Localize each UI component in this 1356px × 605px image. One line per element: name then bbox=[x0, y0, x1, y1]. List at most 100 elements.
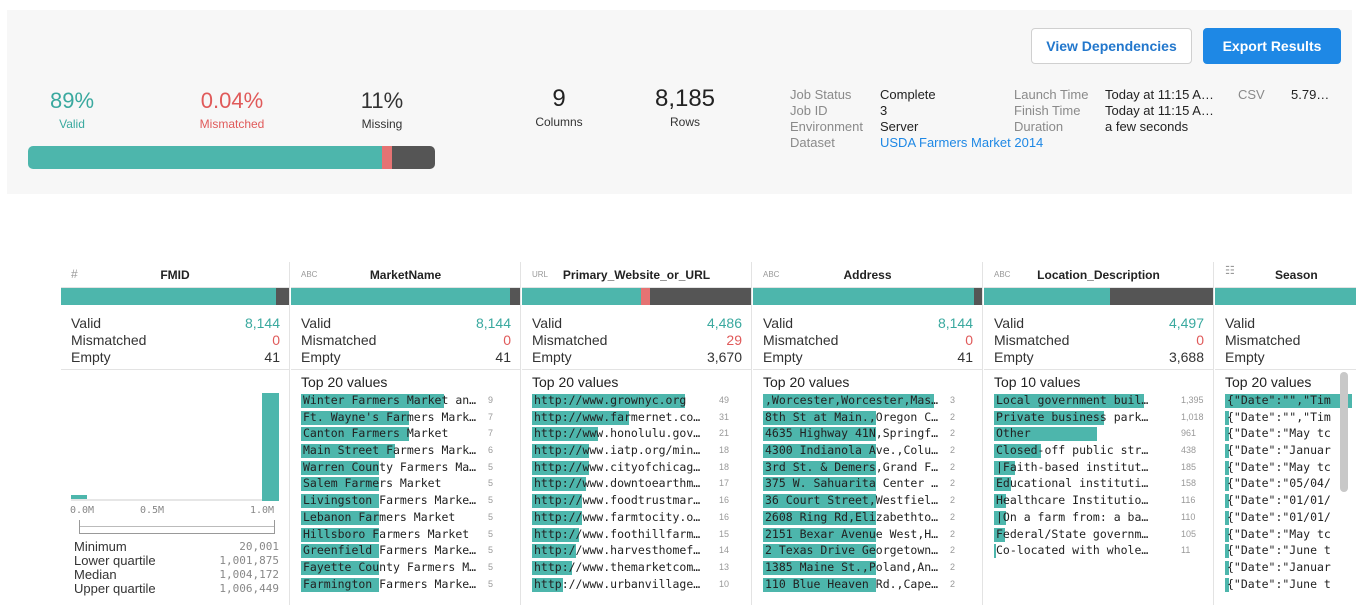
top-value-row[interactable]: 8th St at Main.,Oregon C… 2 bbox=[763, 410, 973, 427]
top-value-row[interactable]: Healthcare Institutio… 116 bbox=[994, 493, 1204, 510]
stat-label: Median bbox=[74, 567, 117, 582]
top-value-row[interactable]: Lebanon Farmers Market 5 bbox=[301, 510, 511, 527]
top-value-text: 3rd St. & Demers,Grand F… bbox=[765, 459, 939, 474]
top-value-row[interactable]: http://www.harvesthomef… 14 bbox=[532, 543, 742, 560]
top-value-text: Federal/State governm… bbox=[996, 526, 1149, 541]
top-value-text: {"Date":"01/01/ bbox=[1227, 493, 1331, 508]
top-value-row[interactable]: 1385 Maine St.,Poland,An… 2 bbox=[763, 560, 973, 577]
column-profile-address[interactable]: ABC Address Valid 8,144 Mismatched 0 Empty 41 To… bbox=[753, 262, 983, 605]
top-value-row[interactable]: {"Date":"May tc bbox=[1225, 426, 1347, 443]
histogram-bar[interactable] bbox=[262, 393, 279, 501]
vertical-scrollbar[interactable] bbox=[1340, 372, 1348, 492]
job-id-label: Job ID bbox=[790, 103, 828, 118]
column-header[interactable]: ABC Address bbox=[753, 262, 982, 288]
top-value-row[interactable]: 110 Blue Heaven Rd.,Cape… 2 bbox=[763, 577, 973, 594]
column-header[interactable]: ☷ Season bbox=[1215, 262, 1356, 288]
top-value-row[interactable]: Farmington Farmers Marke… 5 bbox=[301, 577, 511, 594]
empty-label: Empty bbox=[763, 349, 803, 365]
column-header[interactable]: URL Primary_Website_or_URL bbox=[522, 262, 751, 288]
histogram-bar[interactable] bbox=[71, 495, 87, 499]
top-value-row[interactable]: {"Date":"May tc bbox=[1225, 460, 1347, 477]
top-value-row[interactable]: Closed-off public str… 438 bbox=[994, 443, 1204, 460]
valid-count: 8,144 bbox=[937, 315, 973, 331]
empty-label: Empty bbox=[532, 349, 572, 365]
column-header[interactable]: ABC MarketName bbox=[291, 262, 520, 288]
top-value-row[interactable]: Main Street Farmers Mark… 6 bbox=[301, 443, 511, 460]
view-dependencies-button[interactable]: View Dependencies bbox=[1031, 28, 1192, 64]
column-header[interactable]: ABC Location_Description bbox=[984, 262, 1213, 288]
column-profile-primary-website-or-url[interactable]: URL Primary_Website_or_URL Valid 4,486 Misma… bbox=[522, 262, 752, 605]
top-value-row[interactable]: Winter Farmers Market an… 9 bbox=[301, 393, 511, 410]
top-value-row[interactable]: Ft. Wayne's Farmers Mark… 7 bbox=[301, 410, 511, 427]
top-value-row[interactable]: Local government buil… 1,395 bbox=[994, 393, 1204, 410]
top-value-row[interactable]: {"Date":"05/04/ bbox=[1225, 476, 1347, 493]
column-profile-marketname[interactable]: ABC MarketName Valid 8,144 Mismatched 0 Empty 4… bbox=[291, 262, 521, 605]
top-value-row[interactable]: Salem Farmers Market 5 bbox=[301, 476, 511, 493]
top-value-row[interactable]: http://www.cityofchicag… 18 bbox=[532, 460, 742, 477]
top-value-text: {"Date":"Januar bbox=[1227, 559, 1331, 574]
top-value-row[interactable]: 4300 Indianola Ave.,Colu… 2 bbox=[763, 443, 973, 460]
column-quality-bar bbox=[984, 288, 1213, 305]
value-histogram[interactable]: 0.0M 0.5M 1.0M Minimum 20,001 Lower quart… bbox=[61, 370, 289, 600]
top-value-row[interactable]: Other 961 bbox=[994, 426, 1204, 443]
top-value-row[interactable]: {"Date":"Januar bbox=[1225, 443, 1347, 460]
top-value-row[interactable]: {"Date":"June t bbox=[1225, 577, 1347, 594]
top-value-row[interactable]: http://www.foodtrustmar… 16 bbox=[532, 493, 742, 510]
top-value-row[interactable]: Co-located with whole… 11 bbox=[994, 543, 1204, 560]
top-value-row[interactable]: 2151 Bexar Avenue West,H… 2 bbox=[763, 527, 973, 544]
top-value-row[interactable]: http://www.iatp.org/min… 18 bbox=[532, 443, 742, 460]
top-value-row[interactable]: 375 W. Sahuarita Center … 2 bbox=[763, 476, 973, 493]
top-value-row[interactable]: http://www.foothillfarm… 15 bbox=[532, 527, 742, 544]
column-mismatched-segment bbox=[641, 288, 651, 305]
top-value-row[interactable]: |Faith-based institut… 185 bbox=[994, 460, 1204, 477]
column-profile-season[interactable]: ☷ Season Valid Mismatched Empty Top 20 values… bbox=[1215, 262, 1356, 605]
top-value-row[interactable]: http://www.urbanvillage… 10 bbox=[532, 577, 742, 594]
column-header[interactable]: # FMID bbox=[61, 262, 289, 288]
top-value-row[interactable]: 2 Texas Drive Georgetown… 2 bbox=[763, 543, 973, 560]
top-value-row[interactable]: {"Date":"","Tim bbox=[1225, 393, 1352, 410]
dataset-link[interactable]: USDA Farmers Market 2014 bbox=[880, 135, 1065, 151]
top-value-row[interactable]: {"Date":"May tc bbox=[1225, 527, 1347, 544]
top-value-row[interactable]: http://www.farmernet.co… 31 bbox=[532, 410, 742, 427]
top-value-row[interactable]: http://www.themarketcom… 13 bbox=[532, 560, 742, 577]
top-value-row[interactable]: {"Date":"","Tim bbox=[1225, 410, 1347, 427]
top-value-row[interactable]: 36 Court Street,Westfiel… 2 bbox=[763, 493, 973, 510]
column-profile-location-description[interactable]: ABC Location_Description Valid 4,497 Mismatc… bbox=[984, 262, 1214, 605]
top-value-row[interactable]: http://www.grownyc.org 49 bbox=[532, 393, 742, 410]
top-value-row[interactable]: http://www.honolulu.gov… 21 bbox=[532, 426, 742, 443]
top-value-count: 7 bbox=[488, 411, 494, 422]
top-value-row[interactable]: ,Worcester,Worcester,Mas… 3 bbox=[763, 393, 973, 410]
top-value-row[interactable]: Livingston Farmers Marke… 5 bbox=[301, 493, 511, 510]
top-value-row[interactable]: Canton Farmers Market 7 bbox=[301, 426, 511, 443]
export-results-button[interactable]: Export Results bbox=[1203, 28, 1341, 64]
column-profile-fmid[interactable]: # FMID Valid 8,144 Mismatched 0 Empty 41 0.… bbox=[61, 262, 290, 605]
mismatched-count: 0 bbox=[965, 332, 973, 348]
top-value-row[interactable]: {"Date":"01/01/ bbox=[1225, 493, 1347, 510]
top-value-count: 17 bbox=[719, 478, 730, 489]
top-value-text: http://www.farmtocity.o… bbox=[534, 509, 701, 524]
top-value-row[interactable]: Fayette County Farmers M… 5 bbox=[301, 560, 511, 577]
rows-stat: 8,185 Rows bbox=[649, 86, 721, 130]
top-value-row[interactable]: |On a farm from: a ba… 110 bbox=[994, 510, 1204, 527]
top-value-count: 7 bbox=[488, 428, 494, 439]
top-value-row[interactable]: {"Date":"01/01/ bbox=[1225, 510, 1347, 527]
top-value-row[interactable]: http://www.farmtocity.o… 16 bbox=[532, 510, 742, 527]
top-value-row[interactable]: http://www.downtoearthm… 17 bbox=[532, 476, 742, 493]
valid-label: Valid bbox=[1225, 315, 1256, 331]
top-value-text: http://www.honolulu.gov… bbox=[534, 426, 701, 441]
top-value-row[interactable]: Educational instituti… 158 bbox=[994, 476, 1204, 493]
top-value-row[interactable]: Private business park… 1,018 bbox=[994, 410, 1204, 427]
top-value-row[interactable]: 2608 Ring Rd,Elizabethto… 2 bbox=[763, 510, 973, 527]
top-value-row[interactable]: {"Date":"Januar bbox=[1225, 560, 1347, 577]
top-value-row[interactable]: Greenfield Farmers Marke… 5 bbox=[301, 543, 511, 560]
top-value-row[interactable]: 3rd St. & Demers,Grand F… 2 bbox=[763, 460, 973, 477]
top-value-row[interactable]: 4635 Highway 41N,Springf… 2 bbox=[763, 426, 973, 443]
top-value-row[interactable]: Warren County Farmers Ma… 5 bbox=[301, 460, 511, 477]
stat-label: Upper quartile bbox=[74, 581, 156, 596]
top-value-row[interactable]: Federal/State governm… 105 bbox=[994, 527, 1204, 544]
axis-tick-label: 0.5M bbox=[140, 505, 165, 516]
top-values-title: Top 10 values bbox=[994, 374, 1081, 390]
top-value-row[interactable]: Hillsboro Farmers Market 5 bbox=[301, 527, 511, 544]
top-value-row[interactable]: {"Date":"June t bbox=[1225, 543, 1347, 560]
valid-count: 8,144 bbox=[244, 315, 280, 331]
